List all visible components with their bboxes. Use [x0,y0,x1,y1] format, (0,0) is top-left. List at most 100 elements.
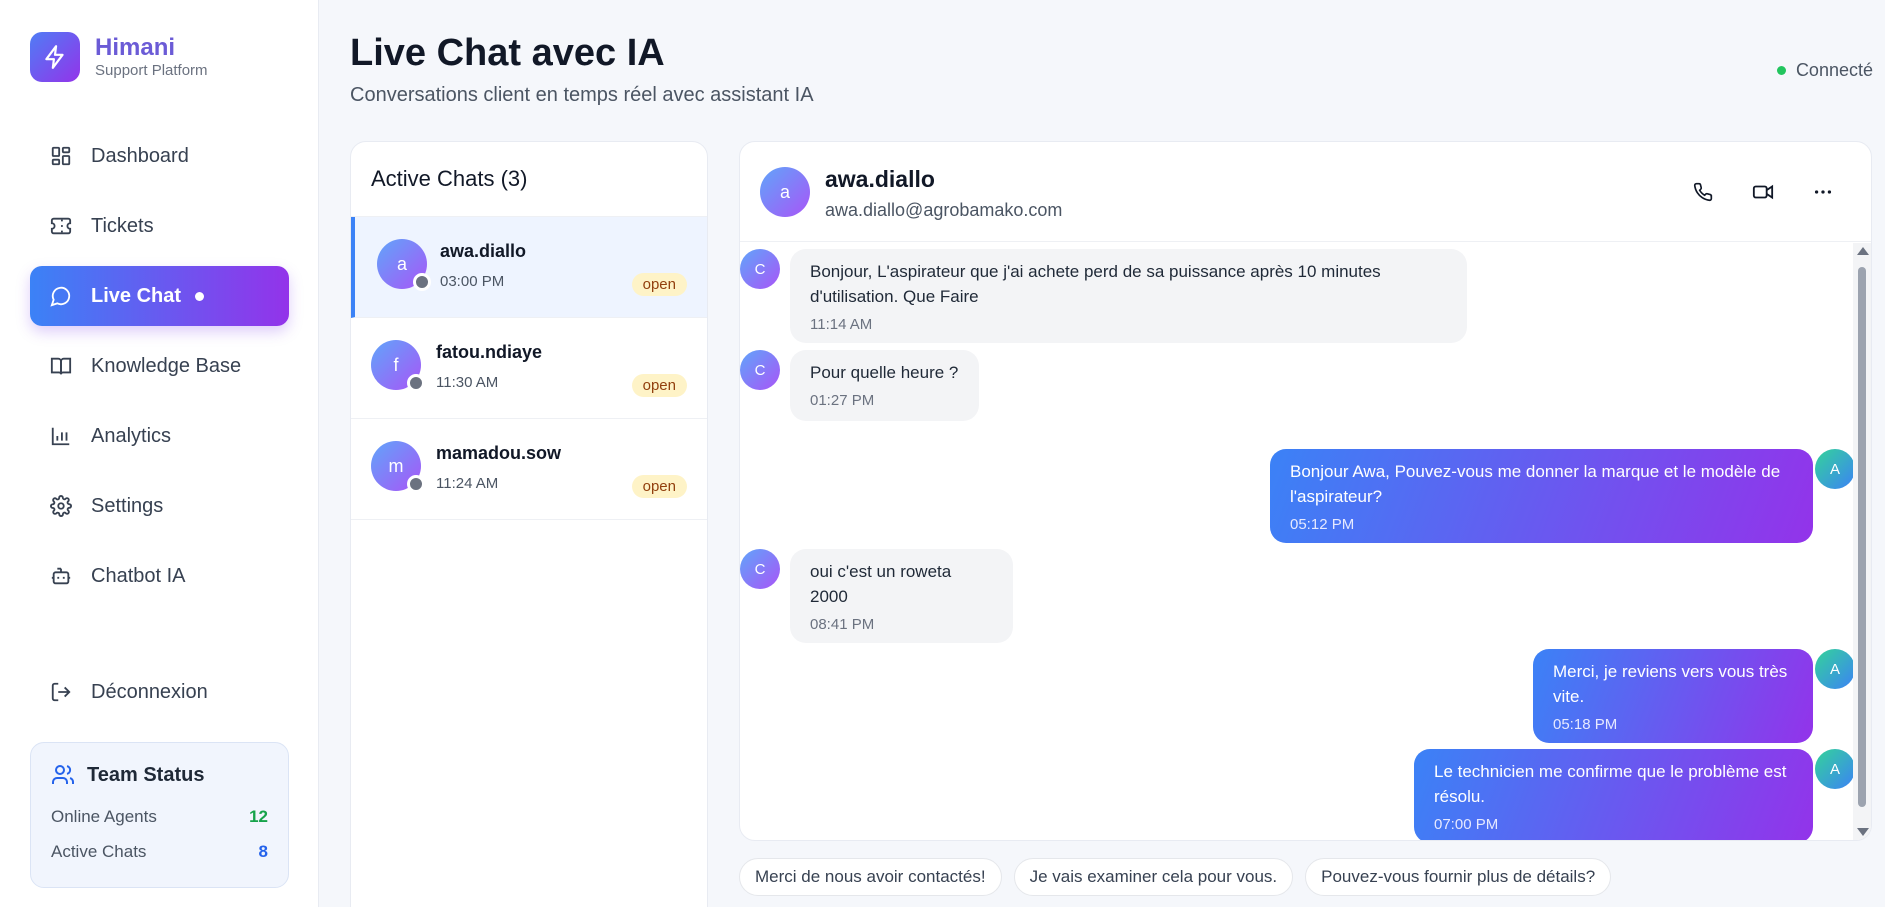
chat-bubble-icon [48,283,74,309]
chat-contact-name: mamadou.sow [436,443,562,463]
sidebar-item-label: Tickets [91,214,154,237]
message-time: 05:12 PM [1290,516,1355,533]
active-indicator-dot [195,291,205,301]
active-chats-count: 8 [258,842,268,861]
sidebar-item-live-chat[interactable]: Live Chat [30,266,289,326]
gear-icon [48,493,74,519]
team-status-card: Team Status Online Agents 12 Active Chat… [30,742,289,888]
message-bubble: Le technicien me confirme que le problèm… [1414,749,1813,840]
sidebar-item-label: Chatbot IA [91,564,186,587]
sidebar-item-label: Analytics [91,424,172,447]
message-bubble: Pour quelle heure ? 01:27 PM [790,350,979,421]
logout-label: Déconnexion [91,680,208,703]
scroll-up-arrow-icon[interactable] [1857,247,1869,255]
message-scrollbar[interactable] [1853,243,1871,840]
message-text: Le technicien me confirme que le problèm… [1434,762,1787,806]
connection-status-label: Connecté [1795,60,1873,80]
page-subtitle: Conversations client en temps réel avec … [350,84,814,106]
more-horizontal-icon [1814,190,1832,194]
brand-name: Himani [95,34,176,61]
lightning-icon [30,32,80,82]
avatar: m [371,441,425,493]
presence-dot [407,475,425,493]
message-time: 08:41 PM [810,616,875,633]
avatar: A [1815,649,1855,689]
quick-reply-button[interactable]: Je vais examiner cela pour vous. [1013,858,1294,896]
message-list: C Bonjour, L'aspirateur que j'ai achete … [740,243,1855,840]
chat-time: 11:24 AM [436,475,499,492]
dashboard-icon [48,143,74,169]
active-chats-panel: Active Chats (3) a awa.diallo 03:00 PM o… [350,141,708,907]
message-time: 07:00 PM [1434,816,1499,833]
avatar: A [1815,749,1855,789]
status-badge: open [631,273,687,296]
avatar: f [371,340,425,392]
call-button[interactable] [1683,175,1723,209]
sidebar-item-tickets[interactable]: Tickets [30,196,289,256]
chat-contact-name: awa.diallo [440,241,527,261]
chat-time: 11:30 AM [436,374,499,391]
avatar-initial: f [393,354,399,375]
sidebar-item-dashboard[interactable]: Dashboard [30,126,289,186]
book-icon [48,353,74,379]
online-status-dot [1776,66,1786,75]
sidebar-item-chatbot-ia[interactable]: Chatbot IA [30,546,289,606]
status-badge: open [631,374,687,397]
message-bubble: Merci, je reviens vers vous très vite. 0… [1533,649,1813,743]
sidebar-item-analytics[interactable]: Analytics [30,406,289,466]
contact-name: awa.diallo [825,166,935,192]
quick-reply-button[interactable]: Merci de nous avoir contactés! [739,858,1002,896]
message-text: Merci, je reviens vers vous très vite. [1553,662,1788,706]
avatar: C [740,350,780,390]
presence-dot [407,374,425,392]
video-call-button[interactable] [1743,175,1783,209]
avatar-initial: m [388,455,404,476]
message-bubble: oui c'est un roweta 2000 08:41 PM [790,549,1013,643]
sidebar-item-knowledge-base[interactable]: Knowledge Base [30,336,289,396]
team-status-title: Team Status [87,763,205,786]
page-title: Live Chat avec IA [350,32,665,74]
online-agents-count: 12 [249,807,268,826]
avatar-initial: a [396,253,407,274]
chat-list-item[interactable]: a awa.diallo 03:00 PM open [351,217,707,318]
scrollbar-thumb[interactable] [1858,267,1866,807]
sidebar-nav: Dashboard Tickets Live Chat Knowledge Ba… [30,126,289,616]
message-bubble: Bonjour Awa, Pouvez-vous me donner la ma… [1270,449,1813,543]
conversation-panel: a awa.diallo awa.diallo@agrobamako.com C… [739,141,1872,841]
video-icon [1752,184,1774,200]
logout-button[interactable]: Déconnexion [30,662,289,722]
active-chats-label: Active Chats [51,842,147,861]
sidebar-item-label: Settings [91,494,164,517]
sidebar: Himani Support Platform Dashboard Ticket… [0,0,319,907]
conversation-header: a awa.diallo awa.diallo@agrobamako.com [740,142,1871,242]
presence-dot [413,273,431,291]
connection-status: Connecté [1776,60,1873,81]
message-text: Bonjour, L'aspirateur que j'ai achete pe… [810,262,1381,306]
online-agents-label: Online Agents [51,807,157,826]
scroll-down-arrow-icon[interactable] [1857,828,1869,836]
message-time: 11:14 AM [810,316,873,333]
sidebar-item-settings[interactable]: Settings [30,476,289,536]
active-chats-title: Active Chats (3) [351,142,707,217]
chat-list-item[interactable]: m mamadou.sow 11:24 AM open [351,419,707,520]
users-icon [51,763,75,787]
quick-reply-button[interactable]: Pouvez-vous fournir plus de détails? [1305,858,1612,896]
sidebar-item-label: Live Chat [91,284,182,307]
chat-contact-name: fatou.ndiaye [436,342,543,362]
contact-email: awa.diallo@agrobamako.com [825,200,1063,220]
chat-list-item[interactable]: f fatou.ndiaye 11:30 AM open [351,318,707,419]
avatar: a [377,239,431,291]
more-options-button[interactable] [1803,175,1843,209]
message-time: 01:27 PM [810,392,875,409]
message-text: Bonjour Awa, Pouvez-vous me donner la ma… [1290,462,1781,506]
message-text: Pour quelle heure ? [810,363,959,382]
sidebar-item-label: Dashboard [91,144,189,167]
bar-chart-icon [48,423,74,449]
sidebar-item-label: Knowledge Base [91,354,242,377]
brand[interactable]: Himani Support Platform [30,32,208,82]
message-bubble: Bonjour, L'aspirateur que j'ai achete pe… [790,249,1467,343]
chat-time: 03:00 PM [440,273,505,290]
bot-icon [48,563,74,589]
message-text: oui c'est un roweta 2000 [810,562,952,606]
status-badge: open [631,475,687,498]
